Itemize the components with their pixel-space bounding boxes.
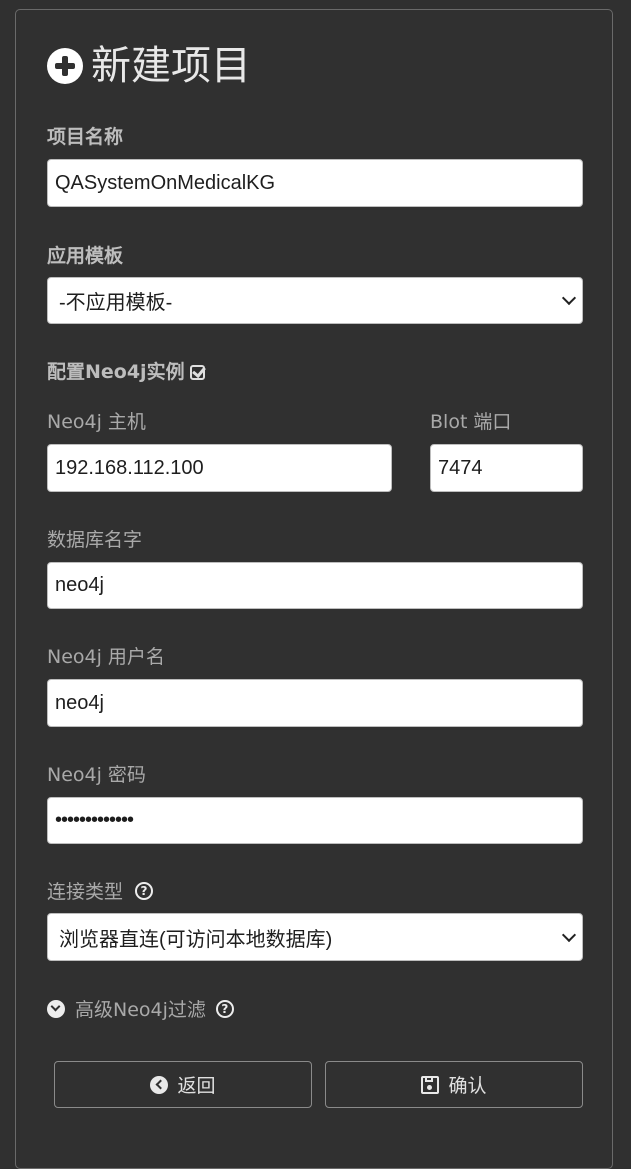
back-button-label: 返回 xyxy=(177,1075,216,1097)
template-select[interactable]: -不应用模板- xyxy=(47,277,583,324)
project-name-label: 项目名称 xyxy=(47,126,124,148)
help-icon[interactable]: ? xyxy=(135,881,154,900)
checkbox-checked-icon[interactable] xyxy=(189,365,205,380)
save-icon xyxy=(421,1075,440,1094)
back-button[interactable]: 返回 xyxy=(54,1061,312,1108)
neo4j-config-toggle[interactable]: 配置Neo4j实例 xyxy=(47,357,205,384)
neo4j-config-label: 配置Neo4j实例 xyxy=(47,361,185,383)
password-label: Neo4j 密码 xyxy=(47,764,146,786)
template-selected-value: -不应用模板- xyxy=(59,292,173,314)
page-title-text: 新建项目 xyxy=(91,43,251,89)
host-label: Neo4j 主机 xyxy=(47,411,146,433)
connection-type-row: 连接类型 ? xyxy=(47,877,154,904)
connection-type-label: 连接类型 xyxy=(47,881,124,903)
help-icon[interactable]: ? xyxy=(215,999,234,1018)
project-name-input[interactable]: QASystemOnMedicalKG xyxy=(47,159,583,207)
confirm-button-label: 确认 xyxy=(448,1075,487,1097)
database-input[interactable]: neo4j xyxy=(47,562,583,609)
port-input[interactable]: 7474 xyxy=(430,444,583,492)
confirm-button[interactable]: 确认 xyxy=(325,1061,583,1108)
chevron-down-icon xyxy=(561,290,577,306)
username-label: Neo4j 用户名 xyxy=(47,646,165,668)
chevron-circle-down-icon xyxy=(47,999,65,1018)
template-label: 应用模板 xyxy=(47,245,124,267)
chevron-down-icon xyxy=(561,927,577,942)
database-label: 数据库名字 xyxy=(47,529,143,551)
connection-type-select[interactable]: 浏览器直连(可访问本地数据库) xyxy=(47,913,583,961)
password-input[interactable]: ••••••••••••• xyxy=(47,797,583,844)
port-label: Blot 端口 xyxy=(430,411,512,433)
plus-circle-icon xyxy=(47,48,83,84)
connection-type-selected-value: 浏览器直连(可访问本地数据库) xyxy=(59,928,333,951)
host-input[interactable]: 192.168.112.100 xyxy=(47,444,392,492)
page-title: 新建项目 xyxy=(47,38,251,94)
advanced-filter-toggle[interactable]: 高级Neo4j过滤 ? xyxy=(47,995,234,1022)
arrow-circle-left-icon xyxy=(150,1075,169,1094)
advanced-filter-label: 高级Neo4j过滤 xyxy=(75,999,206,1021)
username-input[interactable]: neo4j xyxy=(47,679,583,727)
